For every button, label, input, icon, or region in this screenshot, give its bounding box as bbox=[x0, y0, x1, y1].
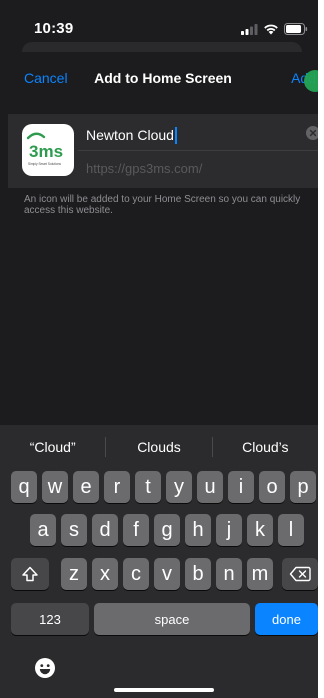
wifi-icon bbox=[264, 24, 278, 35]
logo-digit: 3ms bbox=[29, 142, 63, 161]
key-s[interactable]: s bbox=[61, 514, 87, 546]
key-v[interactable]: v bbox=[154, 558, 180, 590]
key-i[interactable]: i bbox=[228, 471, 254, 503]
key-b[interactable]: b bbox=[185, 558, 211, 590]
key-q[interactable]: q bbox=[11, 471, 37, 503]
key-d[interactable]: d bbox=[92, 514, 118, 546]
status-bar: 10:39 bbox=[0, 0, 318, 40]
key-m[interactable]: m bbox=[247, 558, 273, 590]
shift-key[interactable] bbox=[11, 558, 49, 590]
numbers-key[interactable]: 123 bbox=[11, 603, 89, 635]
key-t[interactable]: t bbox=[135, 471, 161, 503]
key-f[interactable]: f bbox=[123, 514, 149, 546]
frame-edge bbox=[318, 0, 324, 698]
key-k[interactable]: k bbox=[247, 514, 273, 546]
key-e[interactable]: e bbox=[73, 471, 99, 503]
key-l[interactable]: l bbox=[278, 514, 304, 546]
emoji-icon[interactable] bbox=[34, 657, 56, 679]
status-icons bbox=[241, 23, 308, 35]
key-j[interactable]: j bbox=[216, 514, 242, 546]
space-key[interactable]: space bbox=[94, 603, 250, 635]
nav-bar: Cancel Add to Home Screen Add bbox=[8, 56, 318, 100]
suggestion-item[interactable]: Clouds bbox=[106, 439, 211, 455]
app-icon-preview: 3ms Simply Smart Solutions bbox=[22, 124, 74, 176]
phone-screen: 10:39 Cancel Add to Home Screen 3ms Simp… bbox=[0, 0, 324, 698]
key-w[interactable]: w bbox=[42, 471, 68, 503]
svg-text:3ms: 3ms bbox=[29, 142, 63, 161]
logo-tagline: Simply Smart Solutions bbox=[28, 162, 61, 166]
backspace-icon bbox=[289, 566, 311, 582]
key-p[interactable]: p bbox=[290, 471, 316, 503]
shortcut-name-input[interactable]: Newton Cloud bbox=[86, 124, 296, 146]
3ms-logo-icon: 3ms Simply Smart Solutions bbox=[26, 132, 63, 166]
key-o[interactable]: o bbox=[259, 471, 285, 503]
signal-icon bbox=[241, 23, 258, 35]
card-divider bbox=[78, 150, 318, 151]
key-c[interactable]: c bbox=[123, 558, 149, 590]
key-n[interactable]: n bbox=[216, 558, 242, 590]
text-caret bbox=[174, 126, 177, 144]
key-z[interactable]: z bbox=[61, 558, 87, 590]
battery-icon bbox=[284, 23, 308, 35]
suggestion-bar: “Cloud” Clouds Cloud’s bbox=[0, 428, 318, 466]
shortcut-name-value: Newton Cloud bbox=[86, 127, 174, 143]
key-x[interactable]: x bbox=[92, 558, 118, 590]
key-g[interactable]: g bbox=[154, 514, 180, 546]
home-indicator bbox=[114, 688, 214, 692]
shift-icon bbox=[22, 566, 38, 582]
key-h[interactable]: h bbox=[185, 514, 211, 546]
status-time: 10:39 bbox=[34, 20, 74, 37]
info-text: An icon will be added to your Home Scree… bbox=[24, 194, 301, 216]
done-key[interactable]: done bbox=[255, 603, 318, 635]
page-title: Add to Home Screen bbox=[94, 70, 232, 86]
suggestion-item[interactable]: Cloud’s bbox=[213, 439, 318, 455]
key-y[interactable]: y bbox=[166, 471, 192, 503]
key-r[interactable]: r bbox=[104, 471, 130, 503]
shortcut-url: https://gps3ms.com/ bbox=[86, 161, 203, 176]
key-u[interactable]: u bbox=[197, 471, 223, 503]
key-a[interactable]: a bbox=[30, 514, 56, 546]
backspace-key[interactable] bbox=[282, 558, 318, 590]
suggestion-item[interactable]: “Cloud” bbox=[0, 439, 105, 455]
